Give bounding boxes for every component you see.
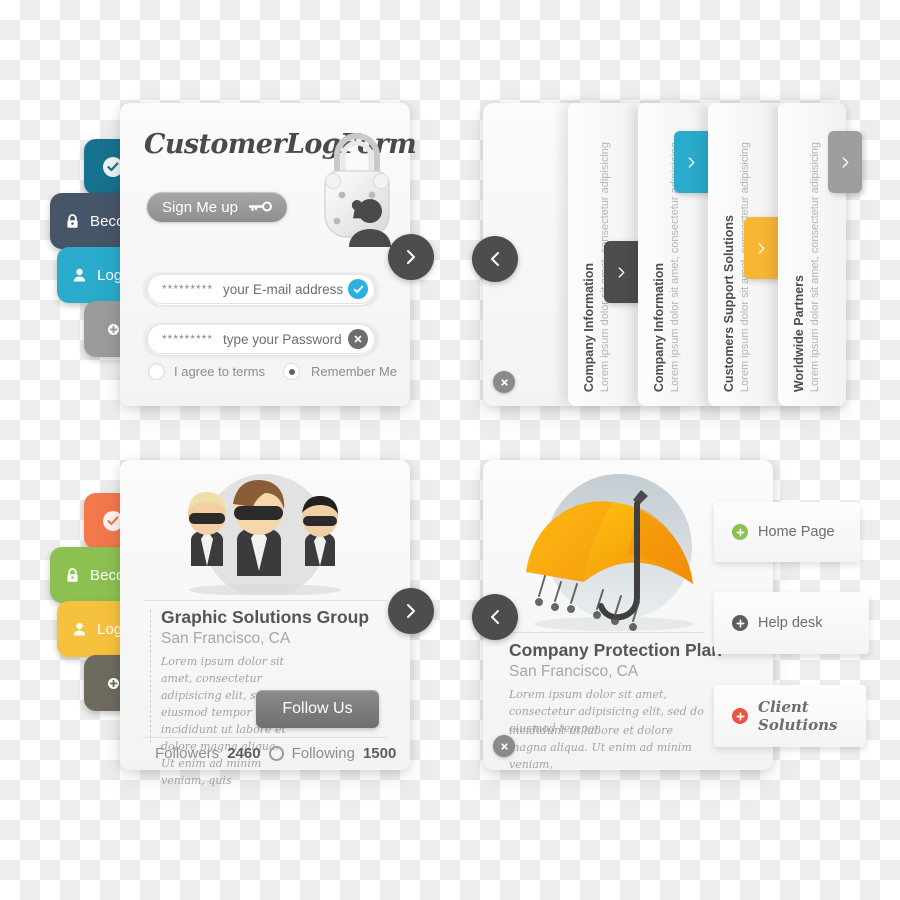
accordion-panel-subtitle: Lorem ipsum dolor sit amet, consectetur … xyxy=(809,141,821,392)
chevron-right-icon xyxy=(688,156,694,168)
menu-item-home-page[interactable]: Home Page xyxy=(714,502,860,562)
team-dotted-rule xyxy=(150,610,151,745)
team-stats-divider xyxy=(143,737,387,738)
terms-label: I agree to terms xyxy=(174,364,266,379)
team-divider xyxy=(143,600,387,601)
password-masked-value: ********* xyxy=(162,332,214,346)
plan-location: San Francisco, CA xyxy=(509,663,639,680)
terms-checkbox[interactable] xyxy=(148,363,165,380)
padlock-illustration xyxy=(309,123,404,256)
sign-me-up-button[interactable]: Sign Me up xyxy=(147,192,287,222)
login-next-button[interactable] xyxy=(388,234,434,280)
accordion-tab-4[interactable] xyxy=(828,131,862,193)
accordion-prev-button[interactable] xyxy=(472,236,518,282)
follow-us-button[interactable]: Follow Us xyxy=(256,690,379,728)
team-next-button[interactable] xyxy=(388,588,434,634)
sign-up-label: Sign Me up xyxy=(162,198,238,216)
team-location: San Francisco, CA xyxy=(161,630,291,647)
chevron-right-icon xyxy=(618,266,624,278)
three-businessmen-illustration xyxy=(143,470,387,595)
lock-icon xyxy=(64,213,81,230)
accordion-panel-title: Customers Support Solutions xyxy=(722,214,736,392)
remember-me-radio[interactable] xyxy=(283,363,301,380)
customer-log-form-card: CustomerLogForm Sign Me up ********* you… xyxy=(120,103,417,406)
followers-count: 2460 xyxy=(227,745,261,762)
accordion-panel-2[interactable]: Company Information Lorem ipsum dolor si… xyxy=(638,103,708,406)
plan-divider xyxy=(509,632,705,633)
close-icon xyxy=(500,742,508,750)
ui-mockup-stage: Become a Log In CustomerLogForm xyxy=(0,0,900,900)
accordion-panel-title: Worldwide Partners xyxy=(792,274,806,392)
team-profile-card: Graphic Solutions Group San Francisco, C… xyxy=(120,460,410,787)
chevron-right-icon xyxy=(407,604,415,618)
close-circle-icon[interactable] xyxy=(348,329,368,349)
circle-divider-icon xyxy=(268,746,284,761)
accordion-card: Company Information Lorem ipsum dolor si… xyxy=(483,103,862,406)
accordion-panel-title: Company Information xyxy=(582,262,596,392)
accordion-panel-4[interactable]: Worldwide Partners Lorem ipsum dolor sit… xyxy=(778,103,862,406)
following-count: 1500 xyxy=(362,745,397,762)
menu-item-help-desk[interactable]: Help desk xyxy=(714,592,869,654)
follow-us-label: Follow Us xyxy=(282,700,353,717)
user-icon xyxy=(71,621,88,638)
plan-close-button[interactable] xyxy=(493,735,515,757)
menu-item-label: Help desk xyxy=(758,615,823,631)
accordion-tab-1[interactable] xyxy=(604,241,638,303)
accordion-close-button[interactable] xyxy=(493,371,515,393)
email-placeholder: your E-mail address xyxy=(223,281,344,297)
chevron-left-icon xyxy=(491,610,499,624)
accordion-panel-3[interactable]: Customers Support Solutions Lorem ipsum … xyxy=(708,103,778,406)
following-label: Following xyxy=(291,745,355,762)
followers-label: Followers xyxy=(155,745,220,762)
email-masked-value: ********* xyxy=(162,282,214,296)
menu-item-client-solutions[interactable]: Client Solutions xyxy=(714,685,866,747)
accordion-panel-1[interactable]: Company Information Lorem ipsum dolor si… xyxy=(568,103,638,406)
chevron-left-icon xyxy=(491,252,499,266)
plus-circle-icon xyxy=(732,615,748,631)
check-circle-icon[interactable] xyxy=(348,279,368,299)
menu-item-label: Client Solutions xyxy=(758,698,838,734)
accordion-panel-title: Company Information xyxy=(652,262,666,392)
key-icon xyxy=(248,199,272,216)
user-icon xyxy=(71,267,88,284)
accordion-tab-3[interactable] xyxy=(744,217,778,279)
menu-item-label: Home Page xyxy=(758,524,835,540)
team-stats-row: Followers 2460 Following 1500 xyxy=(155,745,396,762)
email-field[interactable]: ********* your E-mail address xyxy=(147,274,375,304)
password-field[interactable]: ********* type your Password xyxy=(147,324,375,354)
form-options-row: I agree to terms Remember Me xyxy=(148,363,397,380)
chevron-right-icon xyxy=(758,242,764,254)
accordion-tab-2[interactable] xyxy=(674,131,708,193)
plus-circle-icon xyxy=(732,708,748,724)
yellow-umbrella-illustration xyxy=(509,472,724,647)
plan-prev-button[interactable] xyxy=(472,594,518,640)
lock-icon xyxy=(64,567,81,584)
chevron-right-icon xyxy=(407,250,415,264)
chevron-right-icon xyxy=(842,156,848,168)
plan-title: Company Protection Plan xyxy=(509,640,722,660)
plus-circle-icon xyxy=(732,524,748,540)
password-placeholder: type your Password xyxy=(223,331,342,347)
plan-body-text-2: incididunt ut labore et dolore magna ali… xyxy=(509,724,692,772)
close-icon xyxy=(500,378,508,386)
team-title: Graphic Solutions Group xyxy=(161,607,370,627)
remember-me-label: Remember Me xyxy=(311,364,398,379)
